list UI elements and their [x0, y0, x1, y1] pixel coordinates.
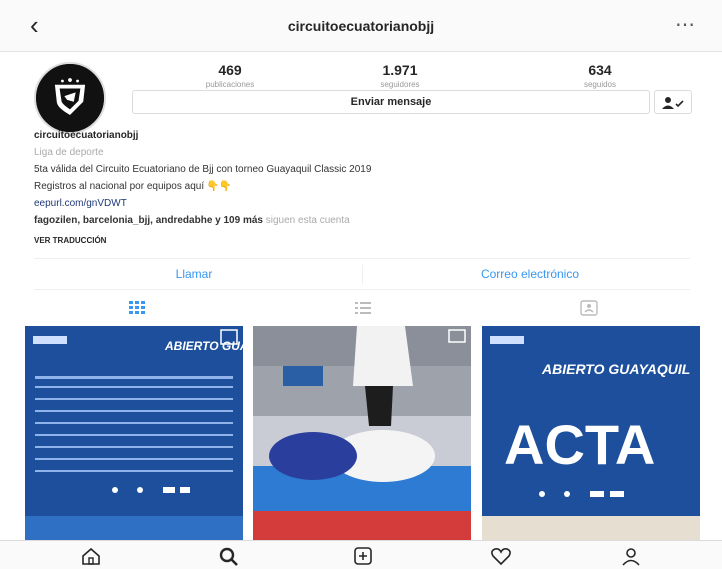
followed-by-suffix: siguen esta cuenta [262, 215, 350, 226]
bio-link[interactable]: eepurl.com/gnVDWT [34, 195, 674, 212]
posts-count: 469 [218, 62, 242, 78]
followed-by[interactable]: fagozilen, barcelonia_bjj, andredabhe y … [34, 212, 674, 229]
posts-stat[interactable]: 469 publicaciones [170, 62, 290, 89]
followed-by-names: fagozilen, barcelonia_bjj, andredabhe [34, 215, 213, 226]
search-icon[interactable] [218, 546, 240, 566]
call-button[interactable]: Llamar [34, 267, 354, 281]
followers-stat[interactable]: 1.971 seguidores [340, 62, 460, 89]
top-bar: ‹ circuitoecuatorianobjj ⋯ [0, 0, 722, 52]
list-icon[interactable] [354, 300, 372, 316]
person-check-icon [662, 96, 684, 109]
following-label: seguidos [583, 80, 617, 89]
following-count: 634 [588, 62, 612, 78]
profile-bio: circuitoecuatorianobjj Liga de deporte 5… [34, 127, 674, 249]
followers-count: 1.971 [382, 62, 418, 78]
heart-icon[interactable] [490, 546, 512, 566]
bottom-nav [0, 540, 722, 569]
see-translation-link[interactable]: VER TRADUCCIÓN [34, 232, 674, 249]
bio-username: circuitoecuatorianobjj [34, 130, 139, 141]
acta-text: ACTA [504, 413, 655, 476]
profile-icon[interactable] [620, 546, 642, 566]
followed-by-more: y 109 más [212, 215, 263, 226]
posts-label: publicaciones [205, 80, 255, 89]
send-message-button[interactable]: Enviar mensaje [132, 90, 650, 114]
post-tile-schedule[interactable]: ABIERTO GUAYAQUIL [25, 326, 243, 544]
shield-logo-icon [36, 64, 104, 132]
add-icon[interactable] [352, 546, 374, 566]
schedule-poster-image: ABIERTO GUAYAQUIL [25, 326, 243, 544]
divider [362, 265, 363, 285]
home-icon[interactable] [80, 546, 102, 566]
bio-category: Liga de deporte [34, 147, 104, 158]
profile-tabs [34, 294, 690, 324]
following-toggle-button[interactable] [654, 90, 692, 114]
tagged-icon[interactable] [580, 300, 598, 316]
email-button[interactable]: Correo electrónico [370, 267, 690, 281]
grid-icon[interactable] [128, 300, 146, 316]
avatar[interactable] [34, 62, 106, 134]
bio-line-1: 5ta válida del Circuito Ecuatoriano de B… [34, 164, 372, 175]
poster-title-1: ABIERTO GUAYAQUIL [164, 339, 243, 353]
bjj-match-photo [253, 326, 471, 544]
poster-title-2: ABIERTO GUAYAQUIL [541, 361, 690, 377]
profile-username-title: circuitoecuatorianobjj [287, 18, 435, 34]
contact-row: Llamar Correo electrónico [34, 258, 690, 290]
bio-line-2: Registros al nacional por equipos aquí 👇… [34, 181, 232, 192]
more-options-icon[interactable]: ⋯ [675, 12, 696, 37]
following-stat[interactable]: 634 seguidos [540, 62, 660, 89]
post-tile-photo[interactable] [253, 326, 471, 544]
post-tile-acta[interactable]: ABIERTO GUAYAQUIL ACTA [482, 326, 700, 544]
acta-poster-image: ABIERTO GUAYAQUIL ACTA [482, 326, 700, 544]
followers-label: seguidores [380, 80, 420, 89]
